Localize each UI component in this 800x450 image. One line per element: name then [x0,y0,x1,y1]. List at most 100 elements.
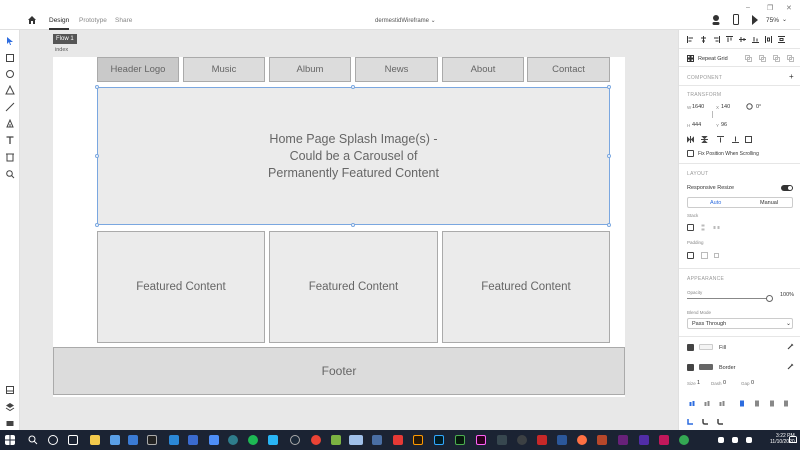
edge-icon[interactable] [169,435,179,445]
stroke-cap-square-icon[interactable] [769,400,776,407]
boolean-add-icon[interactable] [745,55,752,62]
splash-image-block[interactable]: Home Page Splash Image(s) - Could be a C… [97,87,610,225]
mail-icon[interactable] [128,435,138,445]
featured-content-3[interactable]: Featured Content [442,231,610,343]
stroke-inside-icon[interactable] [689,400,696,407]
zoom-level[interactable]: 75% [766,17,779,29]
boolean-intersect-icon[interactable] [773,55,780,62]
user-icon[interactable] [711,14,721,26]
selection-handle[interactable] [95,154,99,158]
zoom-tool-icon[interactable] [5,169,15,179]
featured-content-1[interactable]: Featured Content [97,231,265,343]
resize-manual-option[interactable]: Manual [760,200,778,206]
width-field[interactable]: 1640 [692,104,704,110]
selection-handle[interactable] [607,154,611,158]
app-icon[interactable] [659,435,669,445]
app-icon[interactable] [497,435,507,445]
illustrator-icon[interactable] [413,435,423,445]
network-icon[interactable] [746,437,752,443]
transform-option-icon[interactable] [745,136,752,143]
flip-horizontal-icon[interactable] [687,136,694,143]
eyedropper-icon[interactable] [787,343,794,350]
nav-music[interactable]: Music [183,57,265,82]
play-icon[interactable] [751,14,759,26]
align-to-top-icon[interactable] [717,136,724,143]
selection-handle[interactable] [351,85,355,89]
tab-share[interactable]: Share [115,17,132,24]
align-bottom-icon[interactable] [752,36,759,43]
layers-icon[interactable] [5,402,15,412]
stack-checkbox[interactable] [687,224,694,231]
app-icon[interactable] [188,435,198,445]
cortana-icon[interactable] [48,435,58,445]
rectangle-tool-icon[interactable] [5,53,15,63]
join-round-icon[interactable] [702,418,709,425]
line-tool-icon[interactable] [5,102,15,112]
add-component-icon[interactable]: + [789,72,794,81]
home-icon[interactable] [27,15,37,25]
file-explorer-icon[interactable] [90,435,100,445]
selection-handle[interactable] [607,85,611,89]
repeat-grid-icon[interactable] [687,55,694,62]
distribute-horizontal-icon[interactable] [765,36,772,43]
task-view-icon[interactable] [68,435,78,445]
border-dash-field[interactable]: 0 [723,380,726,386]
app-icon[interactable] [228,435,238,445]
nav-news[interactable]: News [355,57,438,82]
selection-handle[interactable] [95,223,99,227]
spotify-icon[interactable] [248,435,258,445]
responsive-resize-toggle[interactable] [781,185,793,191]
device-preview-icon[interactable] [733,14,739,26]
nav-album[interactable]: Album [269,57,351,82]
photos-icon[interactable] [110,435,120,445]
windows-start-icon[interactable] [5,435,15,445]
app-icon[interactable] [209,435,219,445]
tab-design[interactable]: Design [49,17,70,30]
stack-vertical-icon[interactable] [701,224,708,231]
border-size-field[interactable]: 1 [697,380,700,386]
system-tray-icon[interactable] [718,437,724,443]
powerpoint-icon[interactable] [597,435,607,445]
stroke-center-icon[interactable] [704,400,711,407]
align-top-icon[interactable] [726,36,733,43]
pen-tool-icon[interactable] [5,119,15,129]
close-icon[interactable]: ✕ [786,4,792,12]
repeat-grid-label[interactable]: Repeat Grid [698,56,728,62]
resize-auto-option[interactable]: Auto [710,200,721,206]
app-icon[interactable] [331,435,341,445]
opacity-value[interactable]: 100% [780,292,794,298]
artboard-name[interactable]: index [55,47,68,53]
filezilla-icon[interactable] [537,435,547,445]
chrome-icon[interactable] [679,435,689,445]
eyedropper-icon[interactable] [787,363,794,370]
xd-icon[interactable] [476,435,486,445]
word-icon[interactable] [557,435,567,445]
stroke-outside-icon[interactable] [719,400,726,407]
rotation-field[interactable]: 0° [756,104,761,110]
fill-swatch[interactable] [699,344,713,350]
height-field[interactable]: 444 [692,122,701,128]
align-left-icon[interactable] [687,36,694,43]
align-to-bottom-icon[interactable] [732,136,739,143]
stack-horizontal-icon[interactable] [713,224,720,231]
chrome-icon[interactable] [311,435,321,445]
distribute-vertical-icon[interactable] [778,36,785,43]
fill-checkbox[interactable] [687,344,694,351]
padding-checkbox[interactable] [687,252,694,259]
visual-studio-icon[interactable] [618,435,628,445]
ellipse-tool-icon[interactable] [5,69,15,79]
stroke-join-icon[interactable] [783,400,790,407]
align-right-icon[interactable] [713,36,720,43]
selection-handle[interactable] [351,223,355,227]
terminal-icon[interactable] [147,435,157,445]
footer-block[interactable]: Footer [53,347,625,395]
minimize-icon[interactable]: – [746,4,750,11]
app-icon[interactable] [372,435,382,445]
align-middle-icon[interactable] [739,36,746,43]
polygon-tool-icon[interactable] [5,85,15,95]
acrobat-icon[interactable] [393,435,403,445]
app-icon[interactable] [639,435,649,445]
blend-mode-select[interactable]: Pass Through ⌄ [687,318,793,329]
plugins-icon[interactable] [5,418,15,428]
flow-badge[interactable]: Flow 1 [53,34,77,44]
